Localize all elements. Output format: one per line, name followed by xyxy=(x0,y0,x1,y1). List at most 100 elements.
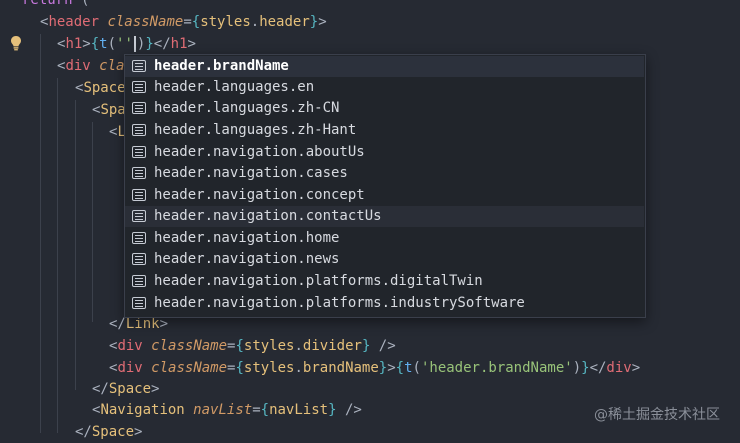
suggestion-item[interactable]: header.navigation.concept xyxy=(125,185,644,206)
suggestion-item[interactable]: header.navigation.contactUs xyxy=(125,206,644,227)
field-icon xyxy=(132,60,146,72)
punctuation: > xyxy=(187,36,196,52)
brace: { xyxy=(191,14,201,30)
punctuation: </ xyxy=(75,424,92,440)
field-icon xyxy=(132,124,146,136)
field-icon xyxy=(132,297,146,309)
property: divider xyxy=(302,338,362,354)
component-name: Navigation xyxy=(100,402,185,418)
text-cursor xyxy=(133,36,136,52)
string-literal: 'header.brandName' xyxy=(420,360,573,376)
suggestion-label: header.navigation.aboutUs xyxy=(154,144,365,160)
tag-name: div xyxy=(65,58,91,74)
code-line: <header className={styles.header}> xyxy=(40,11,327,33)
string-literal: '' xyxy=(116,36,133,52)
suggestion-item[interactable]: header.navigation.platforms.industrySoft… xyxy=(125,293,644,314)
attribute-name: cla xyxy=(99,58,125,74)
function-name: t xyxy=(404,360,413,376)
code-line: <Space xyxy=(75,77,126,99)
punctuation: . xyxy=(294,338,303,354)
component-name: Space xyxy=(83,80,126,96)
suggestion-item[interactable]: header.navigation.news xyxy=(125,249,644,270)
field-icon xyxy=(132,275,146,287)
brace: } xyxy=(581,360,590,376)
code-line: <Navigation navList={navList} /> xyxy=(92,399,362,421)
tag-name: h1 xyxy=(170,36,188,52)
suggestion-label: header.navigation.home xyxy=(154,230,340,246)
identifier: styles xyxy=(200,14,251,30)
punctuation: </ xyxy=(153,36,171,52)
field-icon xyxy=(132,81,146,93)
indent-guide xyxy=(57,78,58,433)
punctuation: > xyxy=(82,36,91,52)
suggestion-label: header.brandName xyxy=(154,58,289,74)
field-icon xyxy=(132,210,146,222)
punctuation: </ xyxy=(109,316,126,332)
punctuation: /> xyxy=(336,402,362,418)
suggestion-item[interactable]: header.languages.zh-Hant xyxy=(125,120,644,141)
suggestion-item[interactable]: header.navigation.home xyxy=(125,228,644,249)
property: brandName xyxy=(302,360,379,376)
attribute-name: className xyxy=(151,360,228,376)
brace: } xyxy=(328,402,337,418)
property: header xyxy=(259,14,310,30)
punctuation: ( xyxy=(412,360,421,376)
field-icon xyxy=(132,253,146,265)
code-line: <div cla xyxy=(57,55,124,77)
code-line: </Space> xyxy=(92,378,159,400)
identifier: styles xyxy=(243,338,295,354)
punctuation: ) xyxy=(572,360,582,376)
attribute-name: className xyxy=(107,14,184,30)
brace: { xyxy=(260,402,270,418)
suggestion-item[interactable]: header.navigation.aboutUs xyxy=(125,142,644,163)
brace: } xyxy=(309,14,319,30)
suggestion-item[interactable]: header.languages.zh-CN xyxy=(125,98,644,119)
punctuation: </ xyxy=(92,381,109,397)
tag-name: h1 xyxy=(65,36,83,52)
suggestion-item[interactable]: header.navigation.cases xyxy=(125,163,644,184)
suggestion-label: header.languages.zh-CN xyxy=(154,100,340,116)
punctuation: </ xyxy=(589,360,607,376)
suggestion-label: header.languages.en xyxy=(154,79,315,95)
punctuation: > xyxy=(318,14,327,30)
punctuation: ( xyxy=(107,36,117,52)
punctuation: > xyxy=(151,381,160,397)
suggestion-item[interactable]: header.navigation.platforms.digitalTwin xyxy=(125,271,644,292)
suggestion-item[interactable]: header.brandName xyxy=(125,56,644,77)
field-icon xyxy=(132,102,146,114)
punctuation: > xyxy=(134,424,143,440)
punctuation: /> xyxy=(370,338,396,354)
keyword: return xyxy=(22,0,73,8)
code-editor[interactable]: return ( <header className={styles.heade… xyxy=(0,0,740,440)
brace: } xyxy=(378,360,388,376)
watermark: @稀土掘金技术社区 xyxy=(594,407,720,423)
suggestion-label: header.navigation.concept xyxy=(154,187,365,203)
indent-guide xyxy=(40,34,41,433)
brace: { xyxy=(235,338,244,354)
code-line: return ( xyxy=(22,0,89,11)
brace: } xyxy=(145,36,154,52)
suggestion-label: header.navigation.contactUs xyxy=(154,208,382,224)
component-name: Spa xyxy=(100,102,126,118)
lightbulb-icon[interactable] xyxy=(9,35,23,51)
suggestion-item[interactable]: header.languages.en xyxy=(125,77,644,98)
field-icon xyxy=(132,232,146,244)
punctuation: . xyxy=(250,14,260,30)
tag-name: header xyxy=(48,14,100,30)
identifier: navList xyxy=(269,402,329,418)
field-icon xyxy=(132,146,146,158)
indent-guide xyxy=(75,100,76,390)
function-name: t xyxy=(99,36,108,52)
code-line: <Spa xyxy=(92,99,126,121)
punctuation: . xyxy=(294,360,303,376)
autocomplete-popup[interactable]: header.brandName header.languages.en hea… xyxy=(124,54,646,318)
identifier: styles xyxy=(243,360,295,376)
suggestion-label: header.navigation.cases xyxy=(154,165,348,181)
punctuation: = xyxy=(252,402,261,418)
suggestion-label: header.navigation.news xyxy=(154,251,340,267)
brace: { xyxy=(235,360,244,376)
component-name: Space xyxy=(91,424,135,440)
punctuation: ( xyxy=(72,0,90,8)
suggestion-label: header.navigation.platforms.digitalTwin xyxy=(154,273,483,289)
code-line: <h1>{t('')}</h1> xyxy=(57,33,196,55)
